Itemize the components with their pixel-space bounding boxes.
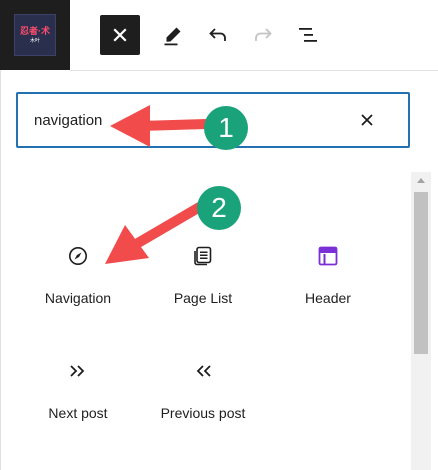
annotation-badge-2: 2 — [197, 186, 241, 230]
annotation-arrows — [105, 105, 211, 264]
annotation-arrow-1 — [110, 105, 211, 147]
annotation-arrow-2 — [105, 200, 208, 264]
annotation-badge-1: 1 — [204, 106, 248, 150]
